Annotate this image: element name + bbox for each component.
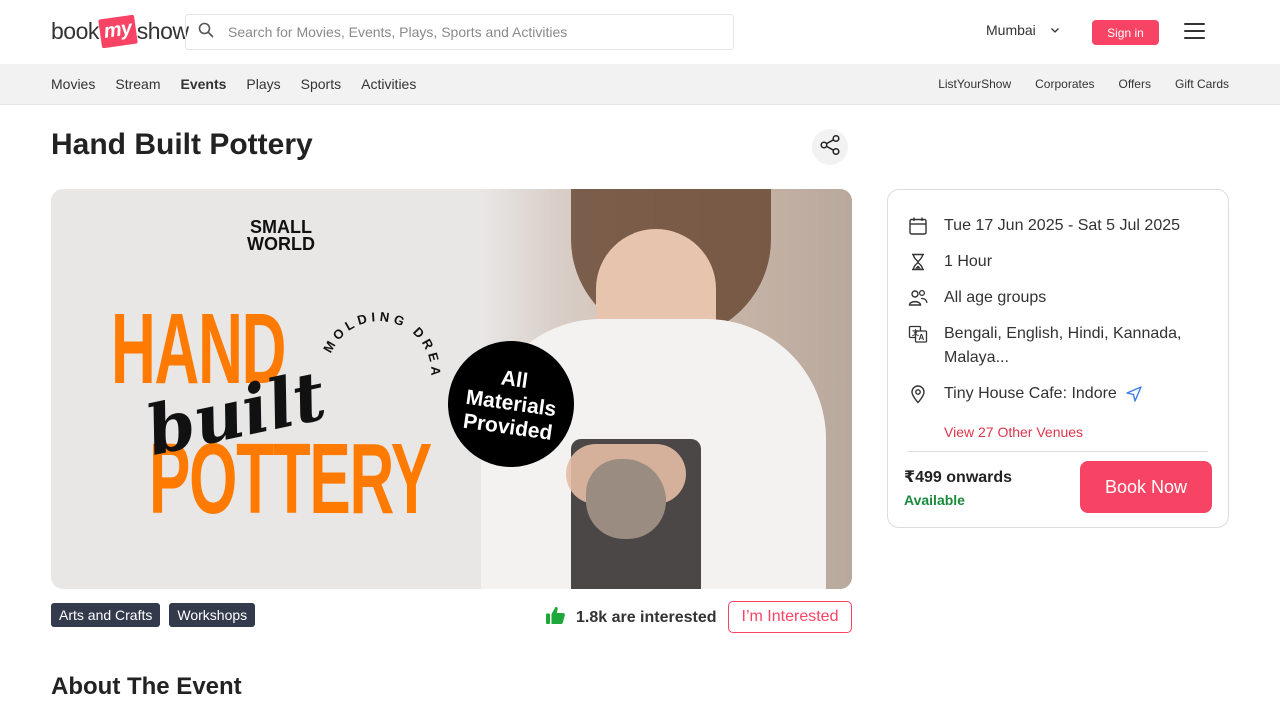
view-other-venues-link[interactable]: View 27 Other Venues	[944, 424, 1083, 440]
nav-item-movies[interactable]: Movies	[51, 76, 95, 92]
book-now-button[interactable]: Book Now	[1080, 461, 1212, 513]
top-header: bookmyshow Mumbai Sign in	[0, 0, 1280, 64]
city-selector[interactable]: Mumbai	[986, 22, 1060, 38]
info-duration: 1 Hour	[908, 250, 992, 274]
logo-text-book: book	[51, 17, 99, 44]
nav-item-sports[interactable]: Sports	[301, 76, 341, 92]
language-icon: 文A	[908, 324, 928, 344]
banner-photo-clay	[586, 459, 666, 539]
languages-text: Bengali, English, Hindi, Kannada, Malaya…	[944, 325, 1182, 366]
info-languages: 文A Bengali, English, Hindi, Kannada, Mal…	[908, 322, 1182, 370]
interest-count: 1.8k are interested	[545, 605, 717, 631]
chevron-down-icon	[1050, 22, 1060, 38]
card-divider	[908, 451, 1208, 452]
event-banner-image: SMALL WORLD HAND POTTERY built MOLDING D…	[51, 189, 852, 589]
svg-text:MOLDING DREAMS: MOLDING DREAMS	[313, 294, 443, 380]
info-venue: Tiny House Cafe: Indore	[908, 382, 1143, 406]
city-name: Mumbai	[986, 22, 1036, 38]
nav-item-stream[interactable]: Stream	[115, 76, 160, 92]
banner-arc-text: MOLDING DREAMS	[313, 294, 443, 380]
event-title: Hand Built Pottery	[51, 128, 313, 161]
share-button[interactable]	[812, 129, 848, 165]
logo-text-my: my	[98, 14, 138, 48]
logo-text-show: show	[136, 17, 189, 44]
event-tags: Arts and Crafts Workshops	[51, 603, 256, 627]
menu-icon[interactable]	[1184, 23, 1205, 39]
sign-in-button[interactable]: Sign in	[1092, 20, 1159, 45]
category-nav-left: Movies Stream Events Plays Sports Activi…	[51, 64, 416, 104]
calendar-icon	[908, 216, 928, 236]
nav-item-corporates[interactable]: Corporates	[1035, 77, 1094, 91]
im-interested-button[interactable]: I’m Interested	[728, 601, 852, 633]
nav-item-activities[interactable]: Activities	[361, 76, 416, 92]
about-section-title: About The Event	[51, 673, 242, 700]
search-box[interactable]	[185, 14, 734, 50]
age-text: All age groups	[944, 289, 1047, 306]
tag-arts-and-crafts[interactable]: Arts and Crafts	[51, 603, 161, 627]
thumbs-up-icon	[545, 605, 566, 631]
navigation-icon[interactable]	[1125, 385, 1143, 403]
event-info-card: Tue 17 Jun 2025 - Sat 5 Jul 2025 1 Hour …	[887, 189, 1229, 528]
venue-text[interactable]: Tiny House Cafe: Indore	[944, 382, 1117, 406]
info-age: All age groups	[908, 286, 1046, 310]
people-icon	[908, 288, 928, 308]
location-icon	[908, 384, 928, 404]
dates-text: Tue 17 Jun 2025 - Sat 5 Jul 2025	[944, 217, 1181, 234]
interested-count-text: 1.8k are interested	[576, 609, 717, 626]
category-nav-right: ListYourShow Corporates Offers Gift Card…	[938, 64, 1229, 104]
tag-workshops[interactable]: Workshops	[169, 603, 256, 627]
share-icon	[819, 134, 841, 161]
category-nav: Movies Stream Events Plays Sports Activi…	[0, 64, 1280, 105]
info-dates: Tue 17 Jun 2025 - Sat 5 Jul 2025	[908, 214, 1180, 238]
nav-item-events[interactable]: Events	[180, 76, 226, 92]
nav-item-gift-cards[interactable]: Gift Cards	[1175, 77, 1229, 91]
nav-item-plays[interactable]: Plays	[246, 76, 280, 92]
nav-item-listyourshow[interactable]: ListYourShow	[938, 77, 1011, 91]
nav-item-offers[interactable]: Offers	[1119, 77, 1151, 91]
small-world-logo: SMALL WORLD	[247, 217, 315, 254]
bookmyshow-logo[interactable]: book my show	[51, 14, 189, 48]
price-text: ₹499 onwards	[904, 469, 1013, 486]
availability-status: Available	[904, 492, 965, 508]
search-input[interactable]	[228, 24, 708, 40]
duration-text: 1 Hour	[944, 253, 993, 270]
svg-text:A: A	[919, 333, 925, 342]
search-icon	[198, 22, 214, 43]
hourglass-icon	[908, 252, 928, 272]
